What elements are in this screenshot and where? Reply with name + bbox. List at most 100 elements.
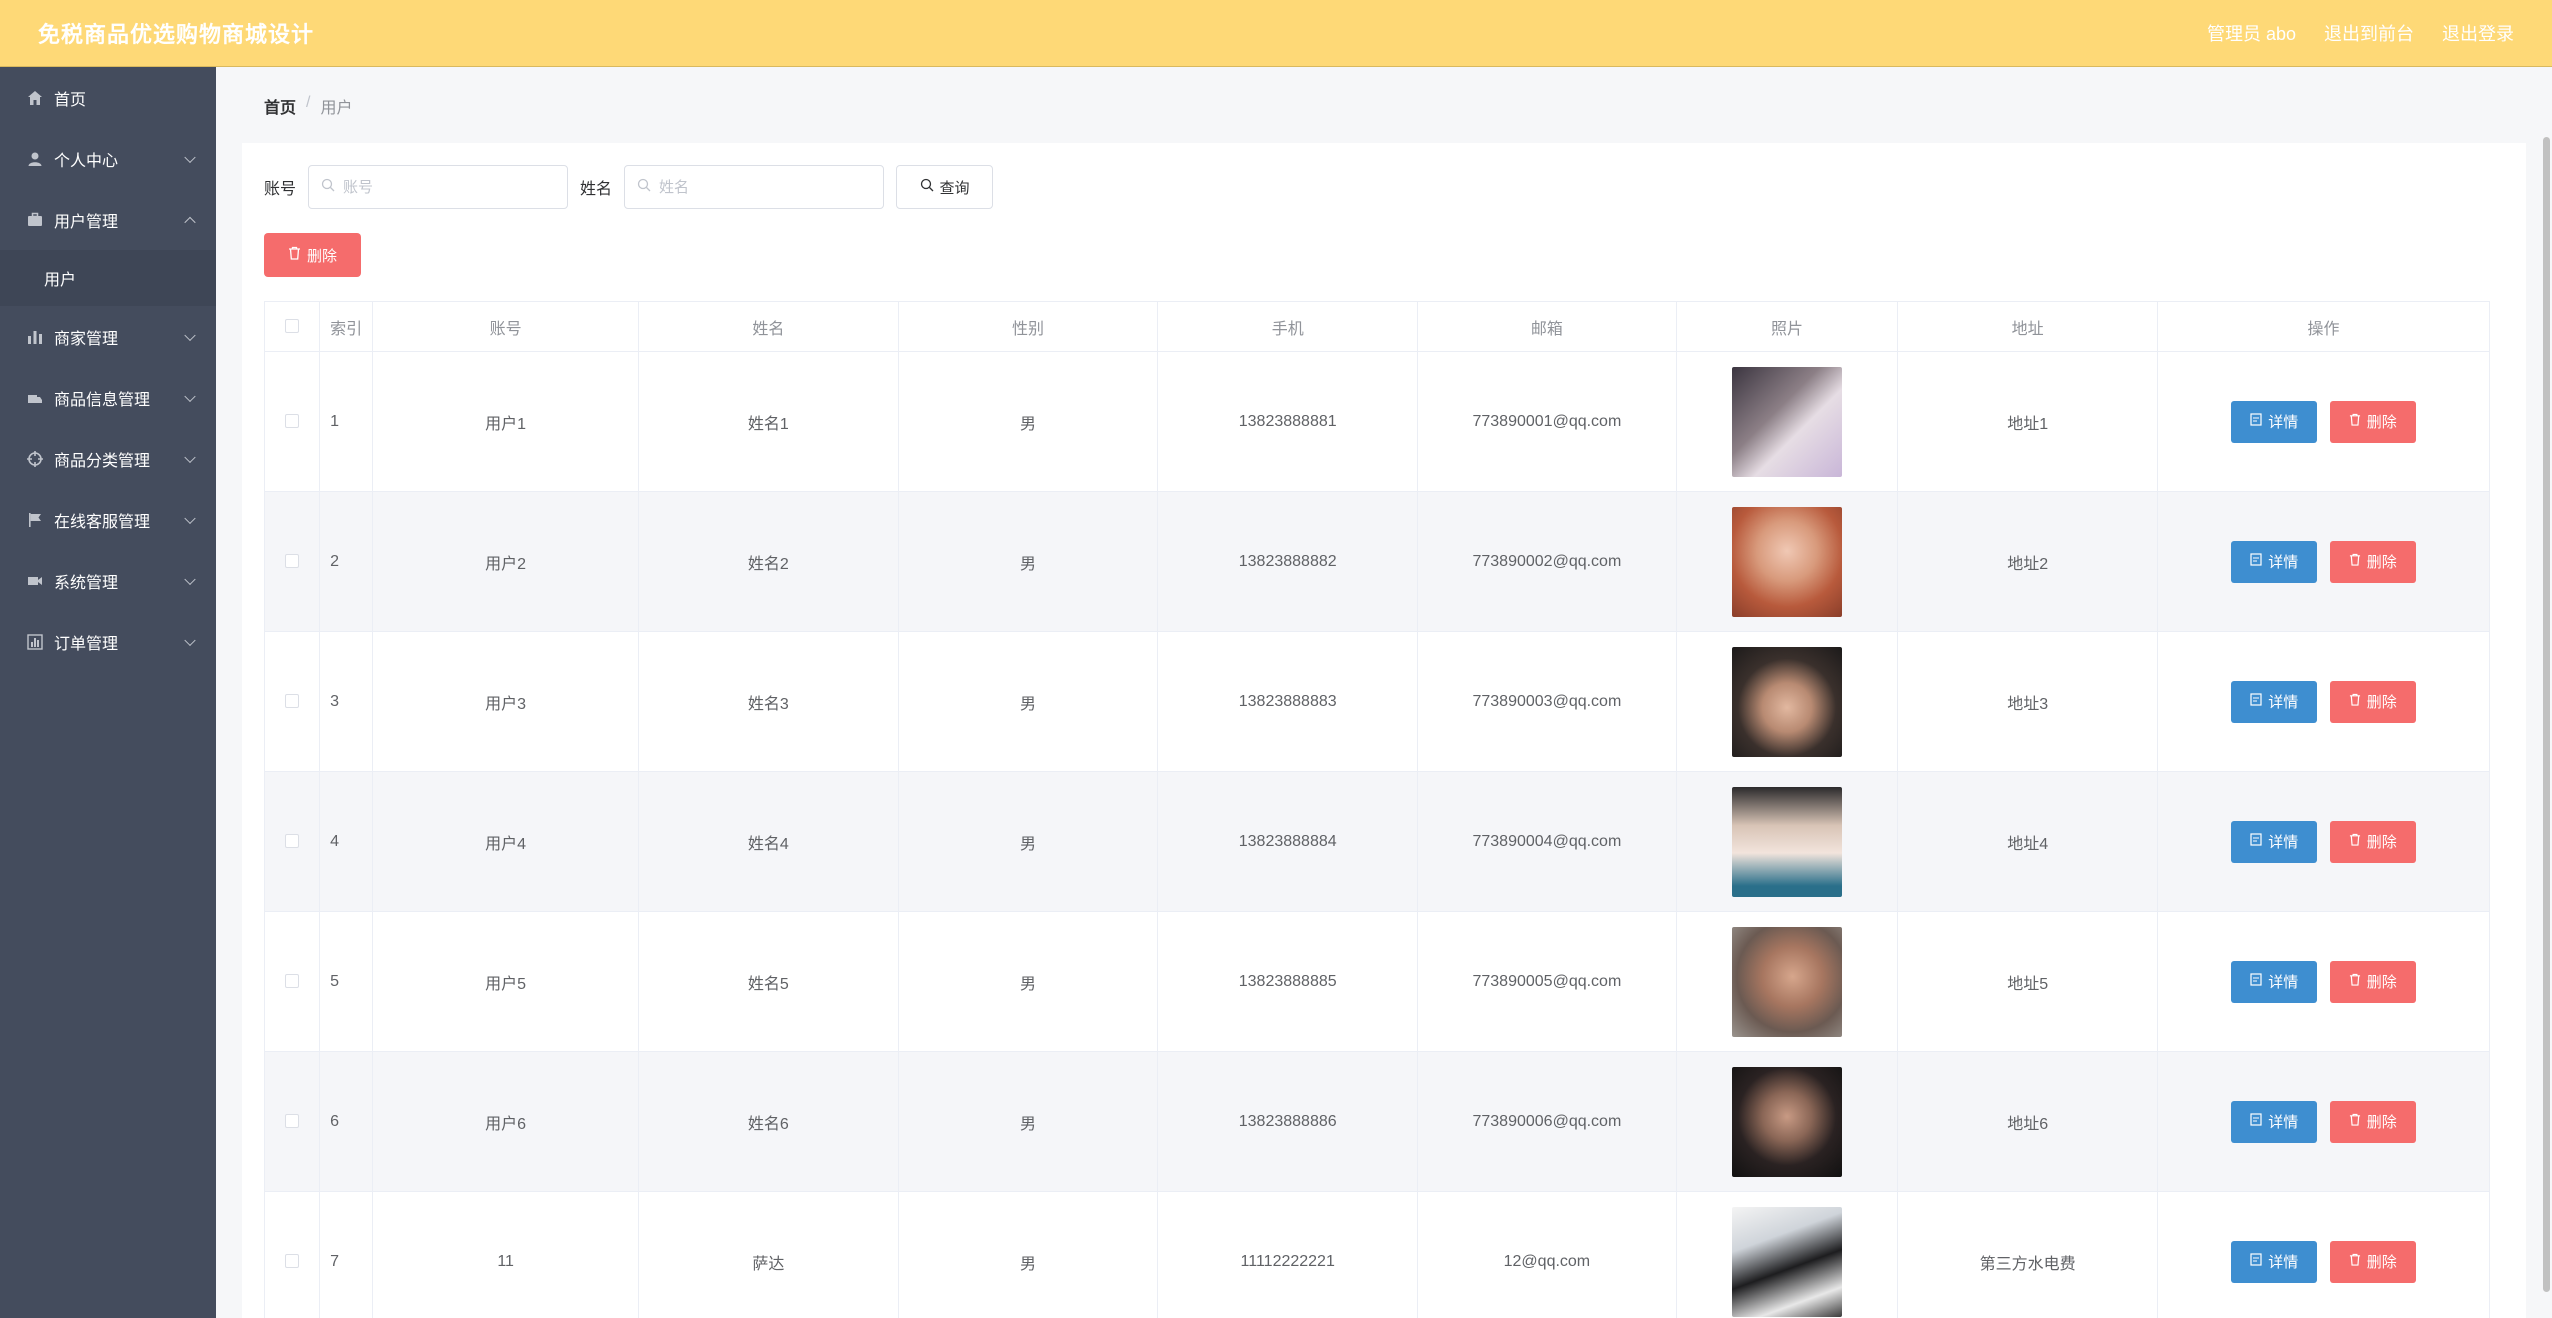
sidebar-item-home[interactable]: 首页 [0,67,216,128]
column-header: 操作 [2157,301,2490,352]
email-cell: 773890001@qq.com [1417,351,1677,492]
briefcase-icon [26,211,44,229]
stats-icon [26,633,44,651]
trash-icon [2349,973,2361,990]
sidebar-item-customer-service[interactable]: 在线客服管理 [0,489,216,550]
table-row: 1 用户1 姓名1 男 13823888881 773890001@qq.com… [263,351,2490,492]
sidebar-item-user-management[interactable]: 用户管理 [0,189,216,250]
account-cell: 用户6 [372,1051,639,1192]
column-header: 照片 [1675,301,1899,352]
gender-cell: 男 [897,631,1159,772]
trash-icon [2349,553,2361,570]
table-row: 3 用户3 姓名3 男 13823888883 773890003@qq.com… [263,631,2490,772]
chevron-up-icon [184,216,196,228]
detail-button[interactable]: 详情 [2231,400,2318,443]
breadcrumb-home[interactable]: 首页 [264,94,296,118]
sidebar-subitem-user[interactable]: 用户 [0,250,216,306]
breadcrumb-current: 用户 [320,100,353,117]
table-row: 7 11 萨达 男 11112222221 12@qq.com 第三方水电费 详… [263,1191,2490,1318]
row-checkbox[interactable] [285,974,300,989]
detail-button[interactable]: 详情 [2231,540,2318,583]
sidebar-item-label: 在线客服管理 [54,513,151,531]
back-to-frontend-link[interactable]: 退出到前台 [2324,20,2414,46]
name-search-input[interactable] [659,178,880,196]
address-cell: 地址1 [1897,351,2159,492]
sidebar-item-product-info[interactable]: 商品信息管理 [0,367,216,428]
user-table: 索引 账号 姓名 性别 手机 邮箱 照片 地址 操作 1 用户1 姓名1 男 1… [263,301,2490,1318]
app-title: 免税商品优选购物商城设计 [38,22,315,47]
address-cell: 地址5 [1897,911,2159,1052]
sidebar-item-label: 系统管理 [54,574,119,592]
delete-button[interactable]: 删除 [2329,1100,2416,1143]
select-all-checkbox[interactable] [285,319,300,334]
header-links: 管理员 abo 退出到前台 退出登录 [2207,20,2514,46]
row-checkbox[interactable] [285,1254,300,1269]
sidebar-item-category[interactable]: 商品分类管理 [0,428,216,489]
chevron-down-icon [184,512,196,524]
truck-icon [26,389,44,407]
top-header: 免税商品优选购物商城设计 管理员 abo 退出到前台 退出登录 [0,0,2552,67]
phone-cell: 13823888882 [1157,491,1419,632]
sidebar-item-merchant[interactable]: 商家管理 [0,306,216,367]
home-icon [26,89,44,107]
search-icon [637,178,651,197]
row-checkbox[interactable] [285,834,300,849]
select-all-cell[interactable] [263,301,321,352]
account-label: 账号 [264,181,297,198]
gender-cell: 男 [897,771,1159,912]
address-cell: 地址4 [1897,771,2159,912]
row-checkbox[interactable] [285,414,300,429]
detail-button[interactable]: 详情 [2231,1100,2318,1143]
user-photo [1732,646,1843,757]
delete-button[interactable]: 删除 [2329,680,2416,723]
delete-button[interactable]: 删除 [2329,960,2416,1003]
detail-button[interactable]: 详情 [2231,1240,2318,1283]
phone-cell: 13823888884 [1157,771,1419,912]
gender-cell: 男 [897,1191,1159,1318]
gender-cell: 男 [897,1051,1159,1192]
detail-button[interactable]: 详情 [2231,960,2318,1003]
table-header-row: 索引 账号 姓名 性别 手机 邮箱 照片 地址 操作 [263,301,2490,352]
index-cell: 5 [319,911,374,1052]
chart-icon [26,328,44,346]
name-search-field[interactable] [624,165,885,209]
column-header: 手机 [1157,301,1419,352]
phone-cell: 13823888883 [1157,631,1419,772]
delete-button[interactable]: 删除 [2329,400,2416,443]
sidebar-item-system[interactable]: 系统管理 [0,550,216,611]
chevron-down-icon [184,634,196,646]
batch-delete-label: 删除 [306,247,337,265]
column-header: 邮箱 [1417,301,1677,352]
delete-button[interactable]: 删除 [2329,1240,2416,1283]
delete-button[interactable]: 删除 [2329,820,2416,863]
user-photo [1732,786,1843,897]
column-header: 姓名 [637,301,899,352]
index-cell: 7 [319,1191,374,1318]
detail-button[interactable]: 详情 [2231,820,2318,863]
detail-button[interactable]: 详情 [2231,680,2318,723]
document-icon [2250,413,2262,430]
index-cell: 2 [319,491,374,632]
name-cell: 姓名1 [637,351,899,492]
sidebar-item-orders[interactable]: 订单管理 [0,611,216,672]
sidebar-item-label: 个人中心 [54,152,119,170]
delete-button[interactable]: 删除 [2329,540,2416,583]
phone-cell: 13823888885 [1157,911,1419,1052]
vertical-scrollbar[interactable] [2543,137,2550,1292]
row-checkbox[interactable] [285,1114,300,1129]
account-search-field[interactable] [308,165,569,209]
name-cell: 姓名2 [637,491,899,632]
row-checkbox[interactable] [285,554,300,569]
document-icon [2250,693,2262,710]
document-icon [2250,1253,2262,1270]
logout-link[interactable]: 退出登录 [2442,20,2514,46]
document-icon [2250,973,2262,990]
query-button[interactable]: 查询 [896,165,994,209]
sidebar-item-profile[interactable]: 个人中心 [0,128,216,189]
account-search-input[interactable] [343,178,564,196]
document-icon [2250,553,2262,570]
row-checkbox[interactable] [285,694,300,709]
sidebar-item-label: 首页 [54,91,87,109]
account-cell: 用户5 [372,911,639,1052]
batch-delete-button[interactable]: 删除 [264,233,361,277]
